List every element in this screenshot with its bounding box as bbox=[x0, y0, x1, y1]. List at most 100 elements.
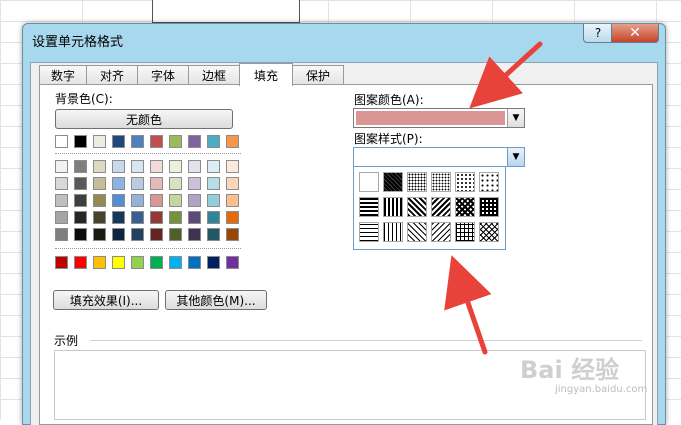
theme-shade-swatch[interactable] bbox=[131, 177, 144, 190]
theme-shade-swatch[interactable] bbox=[112, 211, 125, 224]
pattern-gray-125[interactable] bbox=[455, 172, 475, 192]
pattern-gray-0625[interactable] bbox=[479, 172, 499, 192]
pattern-thin-horizontal[interactable] bbox=[359, 222, 379, 242]
pattern-thick-grid[interactable] bbox=[479, 197, 499, 217]
selected-cell[interactable] bbox=[152, 0, 300, 23]
theme-shade-swatch[interactable] bbox=[169, 160, 182, 173]
theme-shade-swatch[interactable] bbox=[74, 211, 87, 224]
pattern-thin-reverse-diagonal[interactable] bbox=[407, 222, 427, 242]
pattern-thin-diagonal-crosshatch[interactable] bbox=[479, 222, 499, 242]
theme-shade-swatch[interactable] bbox=[188, 194, 201, 207]
pattern-thick-diagonal-crosshatch[interactable] bbox=[455, 197, 475, 217]
theme-shade-swatch[interactable] bbox=[93, 177, 106, 190]
no-color-button[interactable]: 无颜色 bbox=[55, 109, 233, 129]
theme-color-swatch[interactable] bbox=[169, 135, 182, 148]
pattern-color-combo[interactable]: ▼ bbox=[353, 108, 525, 128]
standard-color-swatch[interactable] bbox=[55, 256, 68, 269]
theme-shade-swatch[interactable] bbox=[93, 211, 106, 224]
theme-shade-swatch[interactable] bbox=[55, 160, 68, 173]
fill-effects-button[interactable]: 填充效果(I)... bbox=[53, 290, 159, 310]
theme-shade-swatch[interactable] bbox=[226, 177, 239, 190]
pattern-thick-reverse-diagonal[interactable] bbox=[407, 197, 427, 217]
pattern-thin-diagonal[interactable] bbox=[431, 222, 451, 242]
theme-color-swatch[interactable] bbox=[112, 135, 125, 148]
pattern-solid[interactable] bbox=[359, 172, 379, 192]
standard-color-swatch[interactable] bbox=[93, 256, 106, 269]
theme-shade-swatch[interactable] bbox=[226, 211, 239, 224]
chevron-down-icon[interactable]: ▼ bbox=[507, 148, 524, 166]
theme-color-swatch[interactable] bbox=[226, 135, 239, 148]
theme-color-swatch[interactable] bbox=[150, 135, 163, 148]
theme-shade-swatch[interactable] bbox=[188, 160, 201, 173]
standard-color-swatch[interactable] bbox=[169, 256, 182, 269]
standard-color-swatch[interactable] bbox=[207, 256, 220, 269]
tab-protection[interactable]: 保护 bbox=[292, 65, 344, 85]
theme-shade-swatch[interactable] bbox=[188, 228, 201, 241]
theme-shade-swatch[interactable] bbox=[188, 211, 201, 224]
theme-shade-swatch[interactable] bbox=[131, 211, 144, 224]
theme-shade-swatch[interactable] bbox=[112, 228, 125, 241]
theme-shade-swatch[interactable] bbox=[112, 160, 125, 173]
theme-shade-swatch[interactable] bbox=[93, 228, 106, 241]
theme-shade-swatch[interactable] bbox=[131, 228, 144, 241]
theme-shade-swatch[interactable] bbox=[207, 194, 220, 207]
chevron-down-icon[interactable]: ▼ bbox=[507, 109, 524, 127]
pattern-thick-horizontal[interactable] bbox=[359, 197, 379, 217]
theme-shade-swatch[interactable] bbox=[226, 228, 239, 241]
tab-fill[interactable]: 填充 bbox=[239, 63, 293, 86]
pattern-thick-diagonal[interactable] bbox=[431, 197, 451, 217]
close-button[interactable]: ✕ bbox=[611, 24, 659, 43]
theme-shade-swatch[interactable] bbox=[55, 228, 68, 241]
pattern-dark-gray[interactable] bbox=[383, 172, 403, 192]
tab-border[interactable]: 边框 bbox=[188, 65, 240, 85]
pattern-medium-gray[interactable] bbox=[407, 172, 427, 192]
standard-color-swatch[interactable] bbox=[74, 256, 87, 269]
theme-shade-swatch[interactable] bbox=[74, 228, 87, 241]
theme-shade-swatch[interactable] bbox=[55, 177, 68, 190]
standard-color-swatch[interactable] bbox=[188, 256, 201, 269]
pattern-light-gray[interactable] bbox=[431, 172, 451, 192]
standard-color-swatch[interactable] bbox=[150, 256, 163, 269]
more-colors-button[interactable]: 其他颜色(M)... bbox=[165, 290, 267, 310]
standard-color-swatch[interactable] bbox=[131, 256, 144, 269]
tab-font[interactable]: 字体 bbox=[137, 65, 189, 85]
pattern-thin-vertical[interactable] bbox=[383, 222, 403, 242]
standard-color-swatch[interactable] bbox=[112, 256, 125, 269]
theme-shade-swatch[interactable] bbox=[55, 194, 68, 207]
theme-shade-swatch[interactable] bbox=[169, 211, 182, 224]
pattern-thick-vertical[interactable] bbox=[383, 197, 403, 217]
theme-shade-swatch[interactable] bbox=[131, 160, 144, 173]
help-button[interactable]: ? bbox=[583, 24, 613, 43]
theme-color-swatch[interactable] bbox=[93, 135, 106, 148]
theme-shade-swatch[interactable] bbox=[169, 194, 182, 207]
theme-shade-swatch[interactable] bbox=[150, 177, 163, 190]
theme-shade-swatch[interactable] bbox=[112, 177, 125, 190]
theme-color-swatch[interactable] bbox=[74, 135, 87, 148]
tab-alignment[interactable]: 对齐 bbox=[86, 65, 138, 85]
theme-shade-swatch[interactable] bbox=[150, 160, 163, 173]
theme-shade-swatch[interactable] bbox=[150, 194, 163, 207]
theme-shade-swatch[interactable] bbox=[74, 177, 87, 190]
theme-shade-swatch[interactable] bbox=[74, 160, 87, 173]
theme-shade-swatch[interactable] bbox=[150, 211, 163, 224]
theme-shade-swatch[interactable] bbox=[207, 160, 220, 173]
theme-shade-swatch[interactable] bbox=[55, 211, 68, 224]
theme-shade-swatch[interactable] bbox=[112, 194, 125, 207]
theme-color-swatch[interactable] bbox=[207, 135, 220, 148]
theme-shade-swatch[interactable] bbox=[150, 228, 163, 241]
theme-shade-swatch[interactable] bbox=[131, 194, 144, 207]
standard-color-swatch[interactable] bbox=[226, 256, 239, 269]
pattern-style-combo[interactable]: ▼ bbox=[353, 147, 525, 167]
theme-shade-swatch[interactable] bbox=[169, 228, 182, 241]
theme-shade-swatch[interactable] bbox=[74, 194, 87, 207]
theme-shade-swatch[interactable] bbox=[188, 177, 201, 190]
theme-shade-swatch[interactable] bbox=[226, 160, 239, 173]
theme-shade-swatch[interactable] bbox=[169, 177, 182, 190]
theme-shade-swatch[interactable] bbox=[207, 228, 220, 241]
theme-shade-swatch[interactable] bbox=[207, 177, 220, 190]
theme-shade-swatch[interactable] bbox=[207, 211, 220, 224]
theme-shade-swatch[interactable] bbox=[226, 194, 239, 207]
pattern-thin-grid[interactable] bbox=[455, 222, 475, 242]
theme-color-swatch[interactable] bbox=[131, 135, 144, 148]
theme-color-swatch[interactable] bbox=[188, 135, 201, 148]
